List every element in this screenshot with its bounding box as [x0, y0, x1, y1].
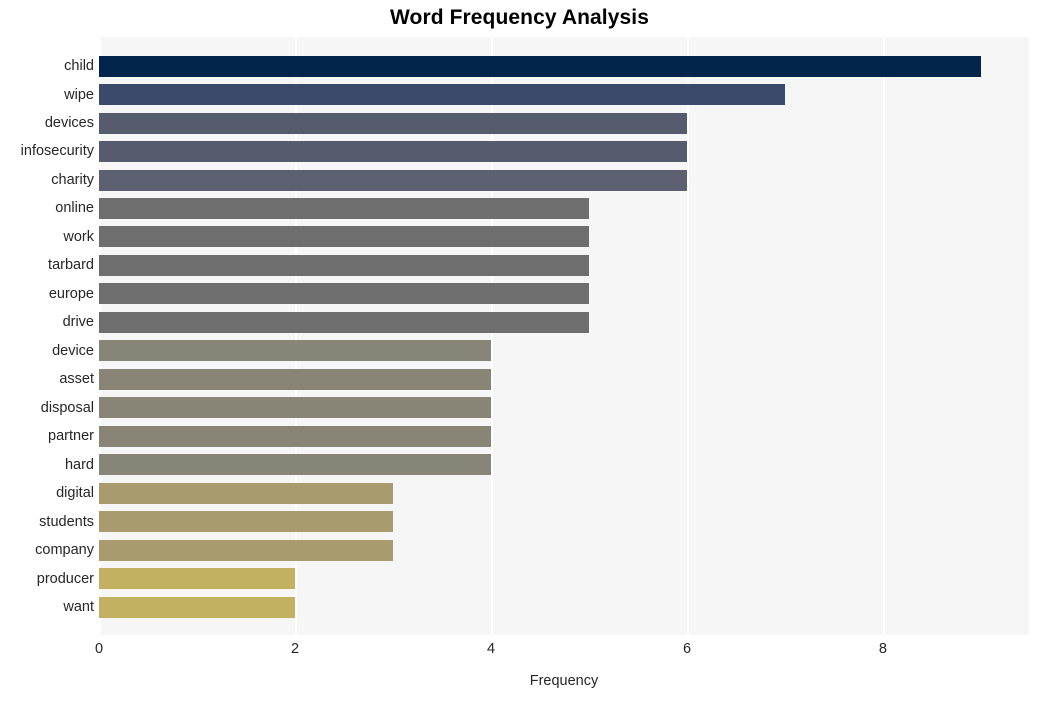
- y-tick-label-text: infosecurity: [20, 143, 94, 160]
- y-tick-label-text: drive: [62, 314, 94, 331]
- y-tick-label-text: students: [39, 513, 94, 530]
- bar-producer[interactable]: [99, 568, 295, 590]
- bar-row: [99, 223, 1029, 252]
- y-tick-label-want: want: [0, 593, 94, 622]
- bar-students[interactable]: [99, 511, 393, 533]
- chart-figure: Word Frequency Analysis child wipe devices…: [0, 0, 1039, 701]
- plot-area: [99, 37, 1029, 635]
- y-tick-label-text: asset: [59, 371, 94, 388]
- y-tick-label-text: want: [63, 599, 94, 616]
- y-tick-label-text: company: [35, 542, 94, 559]
- bar-drive[interactable]: [99, 311, 589, 333]
- y-tick-label-text: digital: [56, 485, 94, 502]
- y-tick-label-text: tarbard: [48, 257, 94, 274]
- bar-row: [99, 337, 1029, 366]
- bar-row: [99, 80, 1029, 109]
- y-tick-label-text: child: [64, 58, 94, 75]
- bars-container: [99, 37, 1029, 635]
- y-tick-label-producer: producer: [0, 564, 94, 593]
- bar-device[interactable]: [99, 340, 491, 362]
- x-tick-label-4: 8: [878, 641, 888, 657]
- bar-row: [99, 564, 1029, 593]
- y-tick-label-digital: digital: [0, 479, 94, 508]
- y-axis-tick-labels: child wipe devices infosecurity charity onlin…: [0, 37, 94, 635]
- bar-row: [99, 394, 1029, 423]
- bar-wipe[interactable]: [99, 84, 785, 106]
- bar-row: [99, 194, 1029, 223]
- y-tick-label-disposal: disposal: [0, 394, 94, 423]
- y-tick-label-students: students: [0, 507, 94, 536]
- x-tick-label-0: 0: [94, 641, 104, 657]
- bar-row: [99, 109, 1029, 138]
- bar-tarbard[interactable]: [99, 254, 589, 276]
- y-tick-label-infosecurity: infosecurity: [0, 137, 94, 166]
- y-tick-label-europe: europe: [0, 280, 94, 309]
- bar-row: [99, 479, 1029, 508]
- y-tick-label-text: partner: [48, 428, 94, 445]
- y-tick-label-text: disposal: [40, 399, 94, 416]
- y-tick-label-company: company: [0, 536, 94, 565]
- x-tick-label-1: 2: [290, 641, 300, 657]
- y-tick-label-device: device: [0, 337, 94, 366]
- y-tick-label-text: devices: [44, 115, 94, 131]
- bar-row: [99, 593, 1029, 622]
- y-tick-label-text: device: [52, 342, 94, 359]
- y-tick-label-wipe: wipe: [0, 80, 94, 109]
- bar-work[interactable]: [99, 226, 589, 248]
- bar-partner[interactable]: [99, 425, 491, 447]
- bar-disposal[interactable]: [99, 397, 491, 419]
- bar-row: [99, 422, 1029, 451]
- bar-company[interactable]: [99, 539, 393, 561]
- bar-row: [99, 365, 1029, 394]
- bar-child[interactable]: [99, 55, 981, 77]
- y-tick-label-online: online: [0, 194, 94, 223]
- y-tick-label-devices: devices: [0, 109, 94, 138]
- bar-row: [99, 137, 1029, 166]
- y-tick-label-text: europe: [48, 285, 94, 302]
- bar-want[interactable]: [99, 596, 295, 618]
- bar-online[interactable]: [99, 197, 589, 219]
- bar-row: [99, 450, 1029, 479]
- x-tick-label-2: 4: [486, 641, 496, 657]
- x-tick-label-3: 6: [682, 641, 692, 657]
- y-tick-label-text: wipe: [64, 86, 94, 103]
- bar-devices[interactable]: [99, 112, 687, 134]
- y-tick-label-text: online: [55, 200, 94, 217]
- y-tick-label-partner: partner: [0, 422, 94, 451]
- bar-row: [99, 507, 1029, 536]
- y-tick-label-drive: drive: [0, 308, 94, 337]
- chart-title: Word Frequency Analysis: [389, 6, 650, 29]
- y-tick-label-text: hard: [64, 456, 94, 473]
- y-tick-label-child: child: [0, 52, 94, 81]
- y-tick-label-text: producer: [36, 570, 94, 587]
- bar-infosecurity[interactable]: [99, 141, 687, 163]
- bar-row: [99, 308, 1029, 337]
- bar-europe[interactable]: [99, 283, 589, 305]
- bar-row: [99, 280, 1029, 309]
- y-tick-label-hard: hard: [0, 450, 94, 479]
- y-tick-label-text: work: [63, 228, 94, 245]
- bar-row: [99, 251, 1029, 280]
- y-tick-label-tarbard: tarbard: [0, 251, 94, 280]
- bar-digital[interactable]: [99, 482, 393, 504]
- bar-row: [99, 52, 1029, 81]
- y-tick-label-work: work: [0, 223, 94, 252]
- x-axis-title: Frequency: [529, 673, 599, 689]
- bar-asset[interactable]: [99, 368, 491, 390]
- bar-row: [99, 536, 1029, 565]
- bar-charity[interactable]: [99, 169, 687, 191]
- bar-hard[interactable]: [99, 454, 491, 476]
- x-axis-tick-labels: 0 2 4 6 8: [0, 641, 1039, 665]
- y-tick-label-text: charity: [51, 171, 94, 188]
- y-tick-label-charity: charity: [0, 166, 94, 195]
- bar-row: [99, 166, 1029, 195]
- y-tick-label-asset: asset: [0, 365, 94, 394]
